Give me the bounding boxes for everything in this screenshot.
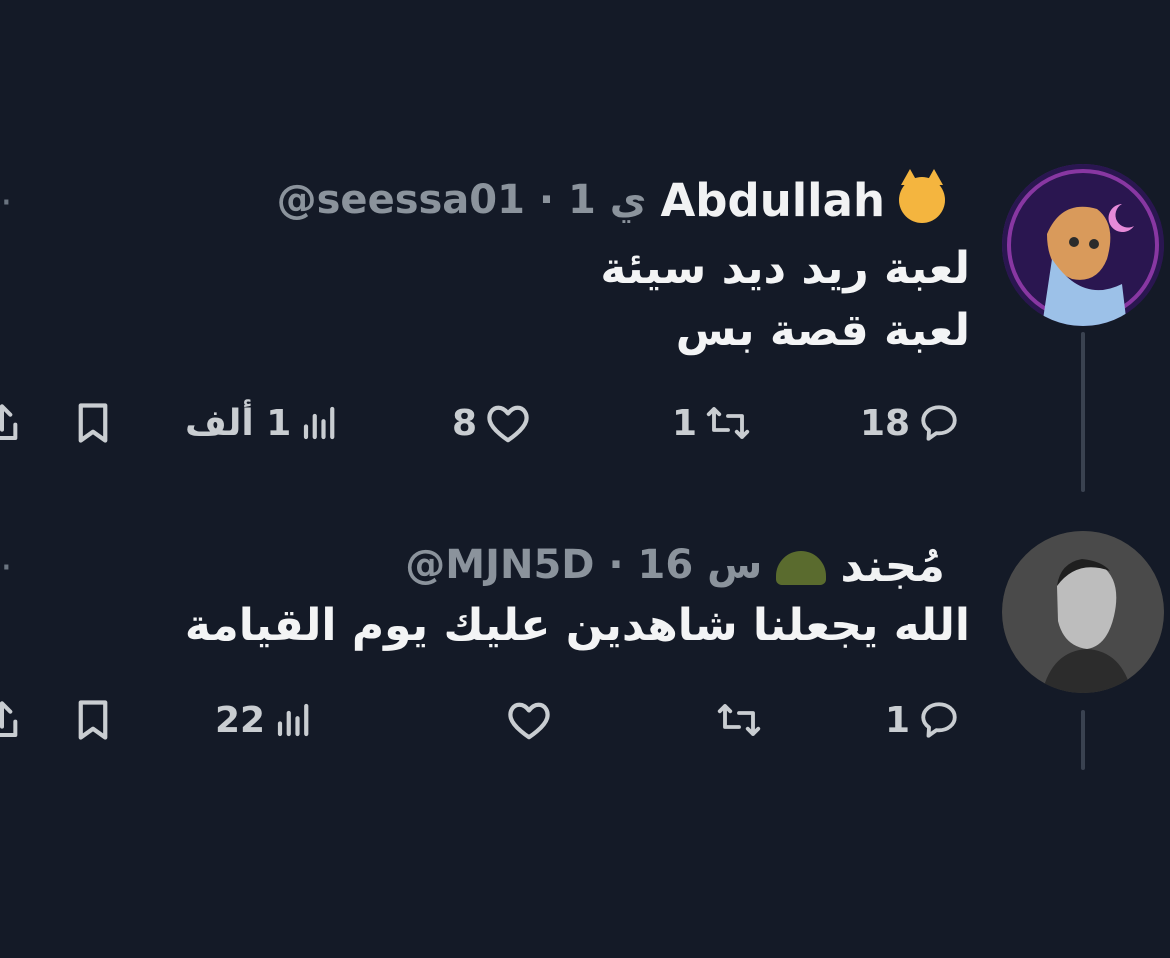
avatar[interactable]	[1002, 531, 1164, 693]
bookmark-icon	[78, 700, 108, 740]
cat-face-icon	[899, 169, 945, 223]
anime-avatar-icon	[1002, 164, 1164, 326]
portrait-avatar-icon	[1002, 531, 1164, 693]
tweet-text-line: الله يجعلنا شاهدين عليك يوم القيامة	[184, 600, 970, 651]
tweet[interactable]: @seessa01 · 1 ي Abdullah · لعبة ريد ديد …	[0, 160, 1170, 492]
tweet-text-line: لعبة قصة بس	[675, 305, 970, 356]
views-chart-icon	[304, 406, 335, 440]
display-name[interactable]: مُجند	[840, 539, 945, 592]
heart-icon	[508, 702, 550, 740]
reply-count: 18	[860, 402, 911, 444]
share-button[interactable]	[0, 393, 22, 453]
retweet-button[interactable]	[708, 690, 762, 750]
bookmark-button[interactable]	[72, 690, 114, 750]
reply-button[interactable]: 1	[885, 690, 960, 750]
views-count: 22	[215, 699, 266, 741]
handle-timestamp[interactable]: @seessa01 · 1 ي	[277, 177, 647, 223]
share-icon	[0, 701, 18, 737]
thread-line	[1081, 332, 1085, 492]
reply-button[interactable]: 18	[860, 393, 960, 453]
action-bar: 18 1 8 1 ألف	[0, 393, 1000, 453]
reply-count: 1	[885, 699, 911, 741]
tweet[interactable]: @MJN5D · 16 س مُجند · الله يجعلنا شاهدين…	[0, 525, 1170, 785]
display-name[interactable]: Abdullah	[660, 174, 885, 227]
tweet-text: الله يجعلنا شاهدين عليك يوم القيامة	[185, 595, 970, 657]
heart-icon	[487, 405, 529, 443]
reply-icon	[921, 405, 957, 441]
tweet-text-line: لعبة ريد ديد سيئة	[600, 243, 970, 294]
more-options-icon[interactable]: ·	[0, 545, 13, 591]
retweet-icon	[706, 407, 750, 439]
retweet-icon	[717, 704, 761, 736]
tweet-header: @seessa01 · 1 ي Abdullah	[277, 168, 945, 232]
military-helmet-icon	[776, 551, 827, 585]
like-button[interactable]	[498, 690, 552, 750]
thread-line	[1081, 710, 1085, 770]
like-count: 8	[452, 402, 478, 444]
share-button[interactable]	[0, 690, 22, 750]
views-count: 1 ألف	[185, 402, 292, 444]
share-icon	[0, 404, 18, 440]
like-button[interactable]: 8	[452, 393, 531, 453]
avatar[interactable]	[1002, 164, 1164, 326]
handle-timestamp[interactable]: @MJN5D · 16 س	[405, 542, 762, 588]
tweet-header: @MJN5D · 16 س مُجند	[405, 533, 945, 597]
tweet-text: لعبة ريد ديد سيئة لعبة قصة بس	[600, 238, 970, 362]
more-options-icon[interactable]: ·	[0, 180, 13, 226]
views-chart-icon	[278, 703, 309, 737]
reply-icon	[921, 702, 957, 738]
retweet-button[interactable]: 1	[672, 393, 751, 453]
bookmark-icon	[78, 403, 108, 443]
views-button[interactable]: 1 ألف	[185, 393, 341, 453]
views-button[interactable]: 22	[215, 690, 315, 750]
retweet-count: 1	[672, 402, 698, 444]
action-bar: 1 22	[0, 690, 1000, 750]
bookmark-button[interactable]	[72, 393, 114, 453]
